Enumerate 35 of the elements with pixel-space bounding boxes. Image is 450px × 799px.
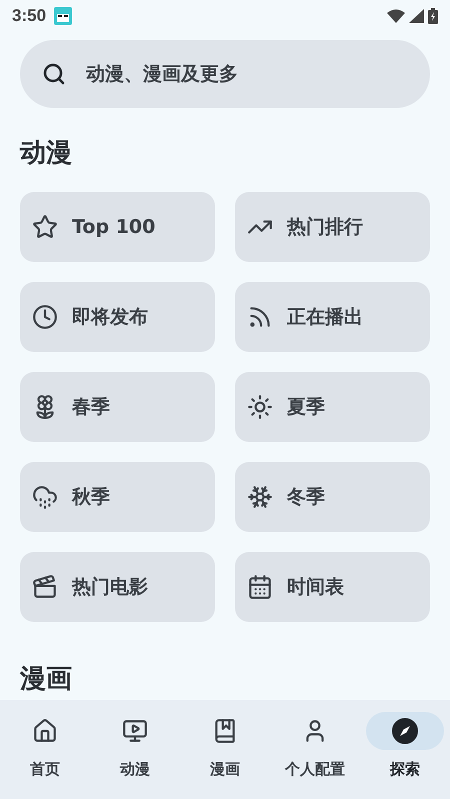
calendar-icon — [247, 574, 273, 600]
category-button[interactable]: 夏季 — [235, 372, 430, 442]
category-button[interactable]: 春季 — [20, 372, 215, 442]
nav-tab[interactable]: 动漫 — [90, 700, 180, 799]
search-icon — [42, 62, 66, 86]
clock-icon — [32, 304, 58, 330]
section-title: 动漫 — [20, 136, 73, 170]
wifi-icon — [387, 9, 405, 23]
category-button[interactable]: 时间表 — [235, 552, 430, 622]
star-icon — [32, 214, 58, 240]
nav-tab[interactable]: 漫画 — [180, 700, 270, 799]
search-field[interactable]: 动漫、漫画及更多 — [84, 62, 408, 86]
category-button[interactable]: 正在播出 — [235, 282, 430, 352]
section-title: 漫画 — [20, 662, 73, 696]
nav-tab[interactable]: 个人配置 — [270, 700, 360, 799]
nav-tab[interactable]: 探索 — [360, 700, 450, 799]
play-screen-icon — [122, 718, 148, 744]
app-notification-icon — [54, 7, 72, 25]
sun-icon — [247, 394, 273, 420]
battery-icon — [428, 8, 438, 24]
nav-tab[interactable]: 首页 — [0, 700, 90, 799]
category-button[interactable]: 即将发布 — [20, 282, 215, 352]
clapperboard-icon — [32, 574, 58, 600]
category-button[interactable]: Top 100 — [20, 192, 215, 262]
category-button[interactable]: 热门电影 — [20, 552, 215, 622]
status-time: 3:50 — [12, 6, 46, 26]
signal-icon — [409, 9, 424, 23]
category-button[interactable]: 秋季 — [20, 462, 215, 532]
home-icon — [32, 718, 58, 744]
category-button[interactable]: 冬季 — [235, 462, 430, 532]
rain-cloud-icon — [32, 484, 58, 510]
category-button[interactable]: 热门排行 — [235, 192, 430, 262]
snowflake-icon — [247, 484, 273, 510]
search-bar[interactable]: 动漫、漫画及更多 — [20, 40, 430, 108]
compass-icon — [392, 718, 418, 744]
